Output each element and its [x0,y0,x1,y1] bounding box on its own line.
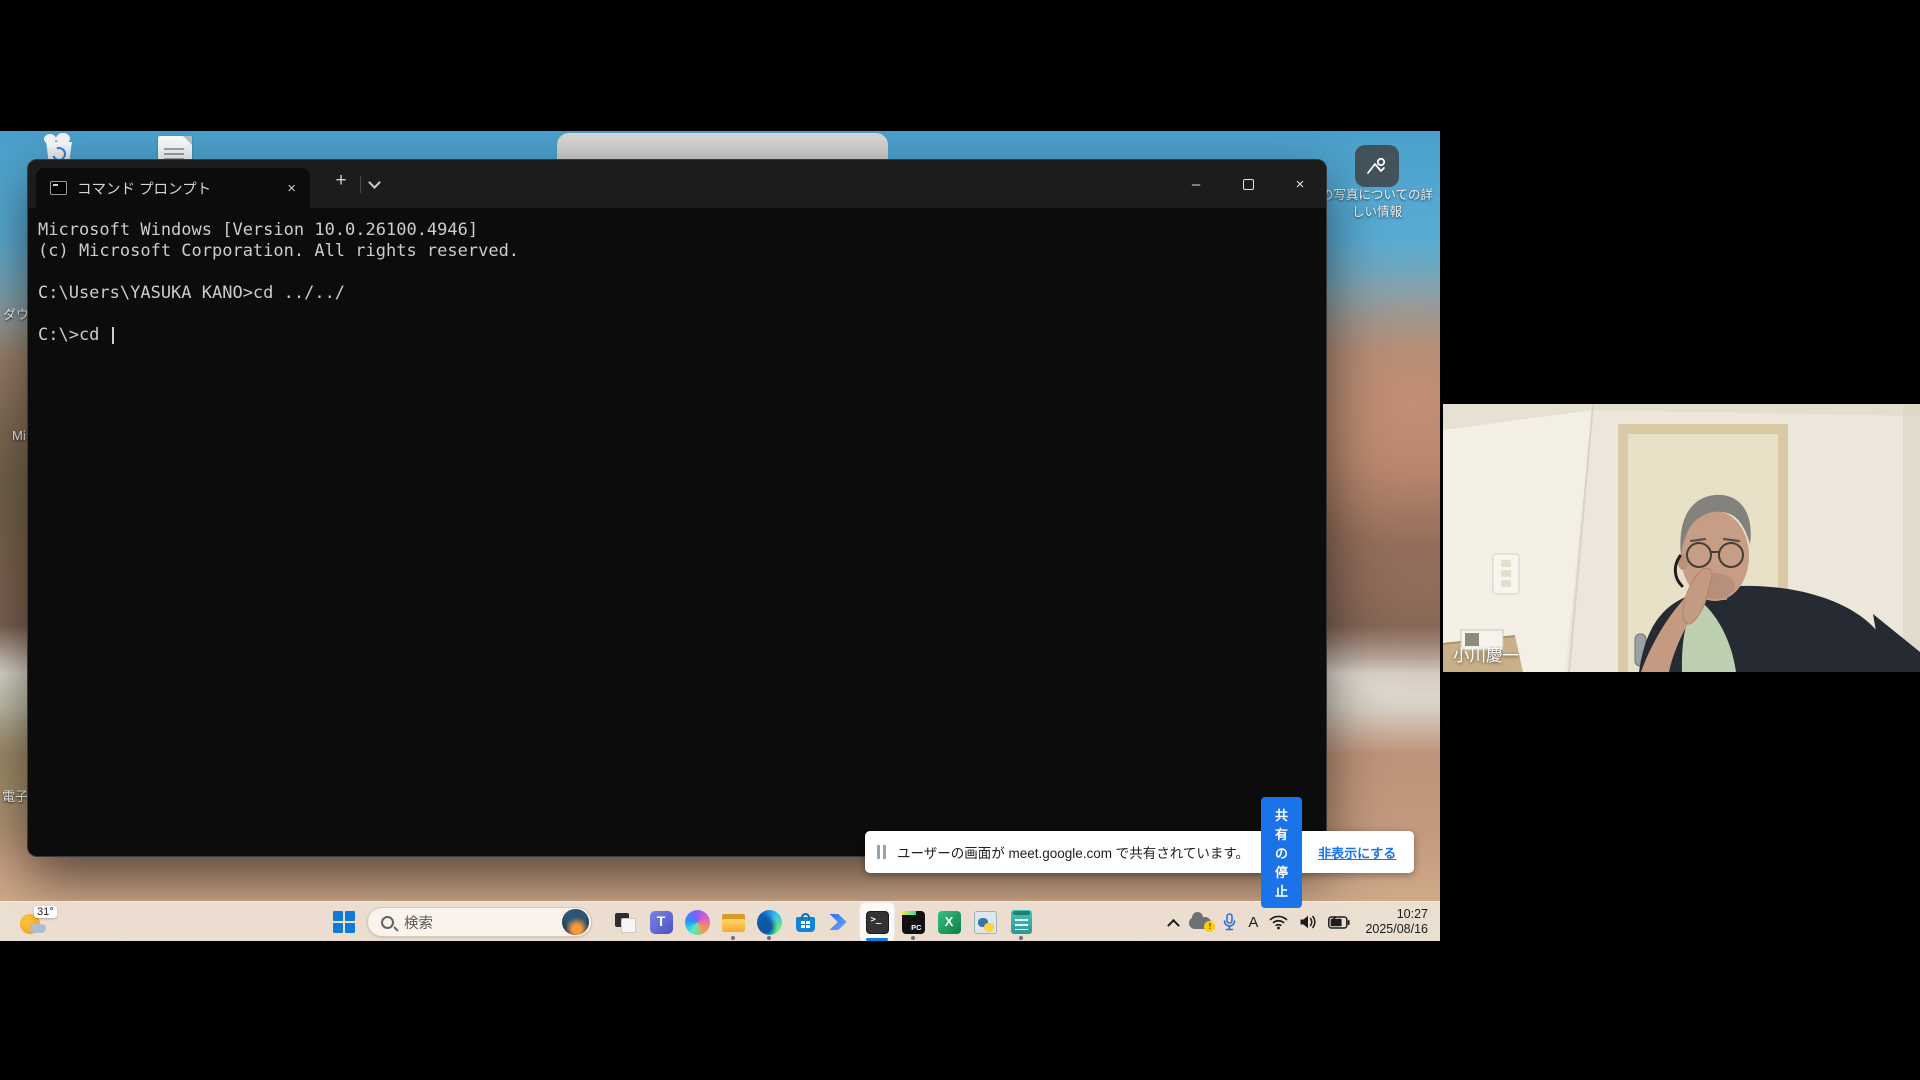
windows-logo-icon [345,911,355,921]
tab-title: コマンド プロンプト [77,178,283,199]
hide-banner-link[interactable]: 非表示にする [1318,843,1396,862]
copilot-icon [685,910,710,935]
spotlight-label: しい情報 [1312,204,1440,221]
participant-name: 小川慶一 [1453,642,1519,666]
terminal-glyph: >_ [871,915,882,925]
screen: ダウ Mi 電子 の写真についての詳 しい情報 コマンド プロンプト × + [0,0,1920,1080]
terminal-output[interactable]: Microsoft Windows [Version 10.0.26100.49… [28,208,1326,856]
temperature-label: 31° [34,906,57,918]
pycharm-icon: PC [902,911,925,934]
tab-separator [360,176,361,193]
taskbar-icon-pycharm[interactable]: PC [895,902,931,941]
widgets-icon [613,910,638,935]
pycharm-letters: PC [911,923,921,932]
webcam-tile: 小川慶一 [1443,404,1920,672]
shared-screen: ダウ Mi 電子 の写真についての詳 しい情報 コマンド プロンプト × + [0,131,1440,941]
taskbar: 31° 検索 T >_ PC X [0,901,1440,941]
taskbar-icon-file-explorer[interactable] [715,902,751,941]
system-tray: ! A [1169,902,1428,941]
terminal-cursor [112,327,114,344]
maximize-button[interactable] [1222,160,1274,208]
battery-icon[interactable] [1328,916,1350,929]
edge-icon [757,910,782,935]
ime-indicator[interactable]: A [1248,914,1258,931]
notepad-icon [1011,910,1032,934]
share-message: ユーザーの画面が meet.google.com で共有されています。 [897,842,1249,862]
taskbar-icon-widgets[interactable] [607,902,643,941]
teams-icon: T [650,911,673,934]
clock[interactable]: 10:27 2025/08/16 [1365,907,1428,937]
date-label: 2025/08/16 [1365,922,1428,937]
windows-logo-icon [333,923,343,933]
close-button[interactable]: × [1274,160,1326,208]
search-placeholder: 検索 [404,912,562,933]
spotlight-info[interactable]: の写真についての詳 しい情報 [1312,145,1440,221]
cloud-icon [30,924,46,933]
tab-dropdown-icon[interactable] [368,176,381,189]
store-icon [793,910,818,935]
webcam-video [1443,404,1920,672]
excel-icon: X [938,911,961,934]
taskbar-apps: T >_ PC X [607,902,1039,941]
stop-sharing-button[interactable]: 共有の停止 [1261,797,1302,908]
maximize-icon [1243,179,1254,190]
taskbar-icon-store[interactable] [787,902,823,941]
terminal-titlebar[interactable]: コマンド プロンプト × + – × [28,160,1326,208]
start-button[interactable] [333,911,355,933]
picture-info-icon[interactable] [1355,145,1399,187]
taskbar-icon-python[interactable] [967,902,1003,941]
taskbar-icon-notepad[interactable] [1003,902,1039,941]
weather-widget[interactable]: 31° [16,904,68,940]
window-controls: – × [1170,160,1326,208]
tray-overflow-icon[interactable] [1168,918,1181,931]
file-explorer-icon [721,910,746,935]
bing-daily-image[interactable] [562,909,589,935]
tab-close-icon[interactable]: × [283,180,300,197]
terminal-line: C:\Users\YASUKA KANO>cd ../../ [38,283,1318,304]
power-automate-icon [830,912,853,932]
teams-letter: T [650,913,673,929]
onedrive-icon[interactable]: ! [1189,917,1211,929]
taskbar-icon-copilot[interactable] [679,902,715,941]
terminal-line [38,262,1318,283]
minimize-button[interactable]: – [1170,160,1222,208]
excel-letter: X [938,914,961,929]
share-indicator-icon [877,845,887,859]
terminal-prompt: C:\>cd [38,325,1318,346]
desktop-label-downloads[interactable]: ダウ [3,304,29,323]
windows-logo-icon [333,911,343,921]
terminal-line: (c) Microsoft Corporation. All rights re… [38,241,1318,262]
share-banner: ユーザーの画面が meet.google.com で共有されています。 共有の停… [865,831,1414,873]
terminal-tab[interactable]: コマンド プロンプト × [36,168,310,208]
windows-logo-icon [345,923,355,933]
background-window-edge[interactable] [557,133,888,159]
cmd-icon [50,181,67,195]
microphone-icon[interactable] [1222,913,1237,931]
taskbar-icon-edge[interactable] [751,902,787,941]
terminal-line: Microsoft Windows [Version 10.0.26100.49… [38,220,1318,241]
terminal-icon: >_ [866,911,889,934]
taskbar-icon-terminal[interactable]: >_ [859,902,895,941]
search-icon [381,916,394,929]
new-tab-button[interactable]: + [327,170,355,192]
search-box[interactable]: 検索 [367,907,592,937]
onedrive-warning-badge: ! [1204,921,1215,932]
terminal-window: コマンド プロンプト × + – × Microsoft Windows [Ve… [27,159,1327,857]
python-icon [974,911,997,934]
speaker-icon[interactable] [1299,914,1317,930]
bag-handle [801,913,810,920]
desktop-label-mi[interactable]: Mi [12,428,26,443]
wifi-icon[interactable] [1269,914,1288,930]
desktop-label-denshi[interactable]: 電子 [2,786,28,805]
spotlight-label: の写真についての詳 [1312,187,1440,204]
taskbar-icon-excel[interactable]: X [931,902,967,941]
taskbar-icon-teams[interactable]: T [643,902,679,941]
taskbar-icon-power-automate[interactable] [823,902,859,941]
terminal-line [38,304,1318,325]
prompt-text: C:\>cd [38,325,110,346]
time-label: 10:27 [1365,907,1428,922]
